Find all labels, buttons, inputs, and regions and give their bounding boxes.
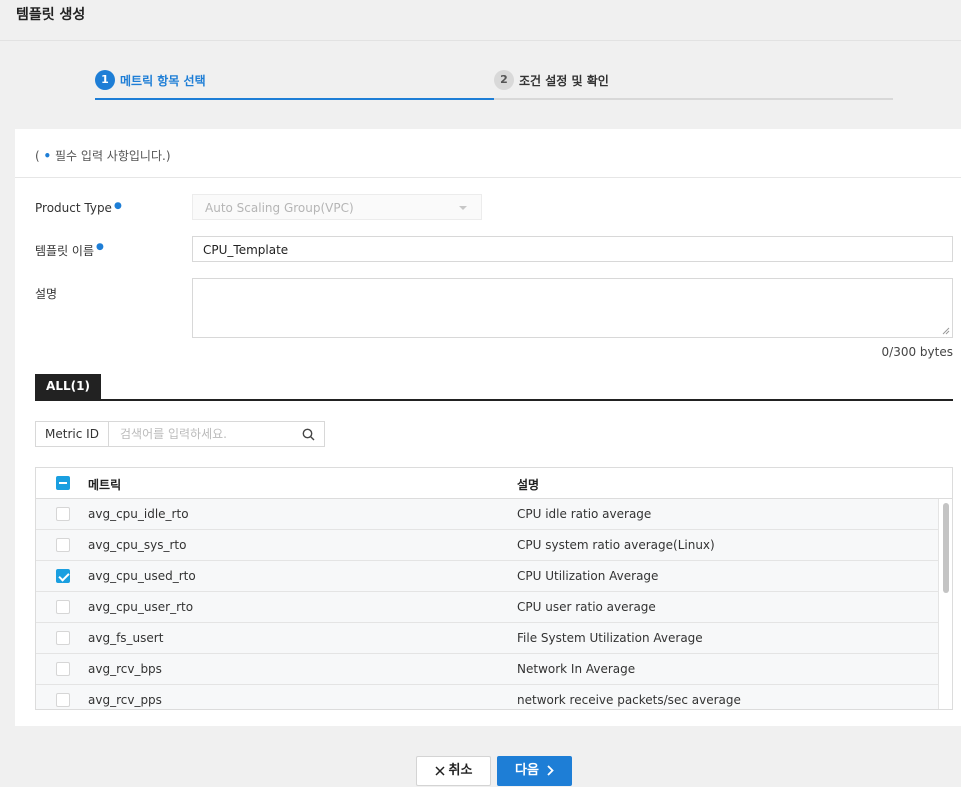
- table-row[interactable]: avg_cpu_idle_rto CPU idle ratio average: [36, 499, 938, 530]
- page-title: 템플릿 생성: [16, 7, 86, 23]
- row-checkbox[interactable]: [56, 631, 70, 645]
- row-checkbox[interactable]: [56, 507, 70, 521]
- next-button[interactable]: 다음: [497, 756, 572, 786]
- metric-description-cell: network receive packets/sec average: [517, 693, 741, 707]
- cancel-button-label: 취소: [448, 763, 473, 778]
- table-row[interactable]: avg_cpu_user_rto CPU user ratio average: [36, 592, 938, 623]
- row-checkbox[interactable]: [56, 569, 70, 583]
- required-dot-icon: ●: [113, 201, 122, 211]
- next-button-label: 다음: [515, 763, 539, 778]
- required-note: ( • 필수 입력 사항입니다.): [35, 147, 171, 164]
- metric-id-cell: avg_cpu_sys_rto: [88, 538, 187, 552]
- required-note-open: (: [35, 149, 40, 163]
- product-type-label-text: Product Type: [35, 201, 112, 215]
- step-1-metric-select[interactable]: 1 메트릭 항목 선택: [95, 66, 494, 100]
- row-checkbox[interactable]: [56, 600, 70, 614]
- table-header: 메트릭 설명: [36, 468, 952, 499]
- step-label: 조건 설정 및 확인: [519, 74, 609, 88]
- divider: [15, 177, 961, 178]
- metric-id-cell: avg_cpu_idle_rto: [88, 507, 189, 521]
- step-number: 2: [494, 70, 514, 90]
- template-name-label-text: 템플릿 이름: [35, 244, 95, 258]
- chevron-down-icon: [459, 206, 467, 210]
- chevron-right-icon: [547, 765, 554, 776]
- table-row[interactable]: avg_cpu_used_rto CPU Utilization Average: [36, 561, 938, 592]
- metric-description-cell: CPU system ratio average(Linux): [517, 538, 715, 552]
- metric-id-cell: avg_rcv_pps: [88, 693, 162, 707]
- description-label: 설명: [35, 287, 58, 301]
- table-row[interactable]: avg_rcv_bps Network In Average: [36, 654, 938, 685]
- metric-id-cell: avg_rcv_bps: [88, 662, 162, 676]
- column-header-metric: 메트릭: [88, 478, 122, 492]
- metric-table: 메트릭 설명 avg_cpu_idle_rto CPU idle ratio a…: [35, 467, 953, 710]
- description-textarea[interactable]: [192, 278, 953, 338]
- step-indicator: 1 메트릭 항목 선택 2 조건 설정 및 확인: [95, 66, 893, 100]
- step-label: 메트릭 항목 선택: [120, 74, 206, 88]
- table-row[interactable]: avg_fs_usert File System Utilization Ave…: [36, 623, 938, 654]
- table-row[interactable]: avg_rcv_pps network receive packets/sec …: [36, 685, 938, 709]
- step-2-condition-setup[interactable]: 2 조건 설정 및 확인: [494, 66, 893, 100]
- byte-counter: 0/300 bytes: [881, 345, 953, 359]
- row-checkbox[interactable]: [56, 538, 70, 552]
- template-name-label: 템플릿 이름 ●: [35, 242, 104, 259]
- template-name-input[interactable]: CPU_Template: [192, 236, 953, 262]
- table-row[interactable]: avg_cpu_sys_rto CPU system ratio average…: [36, 530, 938, 561]
- search-input[interactable]: 검색어를 입력하세요.: [120, 422, 227, 446]
- select-all-checkbox[interactable]: [56, 476, 70, 490]
- metric-id-cell: avg_fs_usert: [88, 631, 164, 645]
- tab-bar: ALL(1): [35, 374, 953, 401]
- column-header-description: 설명: [517, 478, 540, 492]
- cancel-button[interactable]: 취소: [416, 756, 491, 786]
- product-type-label: Product Type ●: [35, 201, 122, 215]
- metric-search: Metric ID 검색어를 입력하세요.: [35, 421, 325, 447]
- page-header: 템플릿 생성: [0, 0, 961, 41]
- metric-id-cell: avg_cpu_user_rto: [88, 600, 194, 614]
- close-icon: [435, 765, 445, 776]
- form-panel: ( • 필수 입력 사항입니다.) Product Type ● Auto Sca…: [15, 129, 961, 726]
- metric-description-cell: Network In Average: [517, 662, 636, 676]
- resize-grip-icon[interactable]: [942, 327, 950, 335]
- metric-description-cell: File System Utilization Average: [517, 631, 703, 645]
- search-field-select[interactable]: Metric ID: [36, 422, 109, 446]
- search-icon[interactable]: [302, 428, 315, 441]
- metric-description-cell: CPU user ratio average: [517, 600, 656, 614]
- required-dot-icon: •: [43, 149, 52, 163]
- row-checkbox[interactable]: [56, 662, 70, 676]
- table-body: avg_cpu_idle_rto CPU idle ratio average …: [36, 499, 938, 709]
- required-dot-icon: ●: [96, 242, 104, 252]
- required-note-text: 필수 입력 사항입니다.): [55, 149, 171, 163]
- product-type-select[interactable]: Auto Scaling Group(VPC): [192, 194, 482, 220]
- metric-id-cell: avg_cpu_used_rto: [88, 569, 196, 583]
- product-type-value: Auto Scaling Group(VPC): [205, 201, 354, 215]
- tab-all[interactable]: ALL(1): [35, 374, 101, 399]
- row-checkbox[interactable]: [56, 693, 70, 707]
- table-scrollbar[interactable]: [938, 499, 952, 709]
- metric-description-cell: CPU Utilization Average: [517, 569, 659, 583]
- scrollbar-thumb[interactable]: [943, 503, 949, 593]
- step-number: 1: [95, 70, 115, 90]
- metric-description-cell: CPU idle ratio average: [517, 507, 652, 521]
